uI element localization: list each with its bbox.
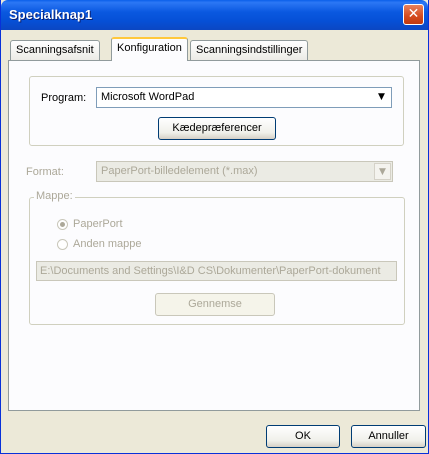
format-label: Format: xyxy=(26,166,64,178)
title-bar[interactable]: Specialknap1 ✕ xyxy=(1,0,428,30)
radio-paperport-label: PaperPort xyxy=(73,218,123,230)
tab-label: Scanningsafsnit xyxy=(16,44,94,56)
folder-label: Mappe: xyxy=(34,190,75,202)
window-title: Specialknap1 xyxy=(9,7,93,22)
cancel-button[interactable]: Annuller xyxy=(351,425,426,448)
close-icon[interactable]: ✕ xyxy=(403,4,424,25)
radio-other-folder[interactable] xyxy=(57,239,68,250)
chain-preferences-button[interactable]: Kædepræferencer xyxy=(158,117,276,140)
browse-button[interactable]: Gennemse xyxy=(155,293,275,316)
chevron-down-icon[interactable]: ▼ xyxy=(374,163,391,180)
tab-label: Konfiguration xyxy=(117,42,182,54)
tab-konfiguration[interactable]: Konfiguration xyxy=(111,37,188,61)
format-select[interactable]: PaperPort-billedelement (*.max) ▼ xyxy=(96,161,393,182)
ok-button[interactable]: OK xyxy=(266,425,340,448)
format-value: PaperPort-billedelement (*.max) xyxy=(101,165,258,177)
program-label: Program: xyxy=(41,92,87,104)
radio-paperport[interactable] xyxy=(57,219,68,230)
tab-label: Scanningsindstillinger xyxy=(196,44,303,56)
dialog-window: Specialknap1 ✕ Scanningsafsnit Konfigura… xyxy=(0,0,429,454)
tab-scanningsindstillinger[interactable]: Scanningsindstillinger xyxy=(190,40,309,60)
radio-other-folder-label: Anden mappe xyxy=(73,238,142,250)
tab-panel: Program: Microsoft WordPad ▼ Kædepræfere… xyxy=(8,60,420,411)
tab-scanningsafsnit[interactable]: Scanningsafsnit xyxy=(10,40,100,60)
program-value: Microsoft WordPad xyxy=(101,91,195,103)
program-select[interactable]: Microsoft WordPad ▼ xyxy=(96,87,392,108)
folder-path-field[interactable]: E:\Documents and Settings\I&D CS\Dokumen… xyxy=(36,261,397,281)
chevron-down-icon[interactable]: ▼ xyxy=(373,89,390,106)
